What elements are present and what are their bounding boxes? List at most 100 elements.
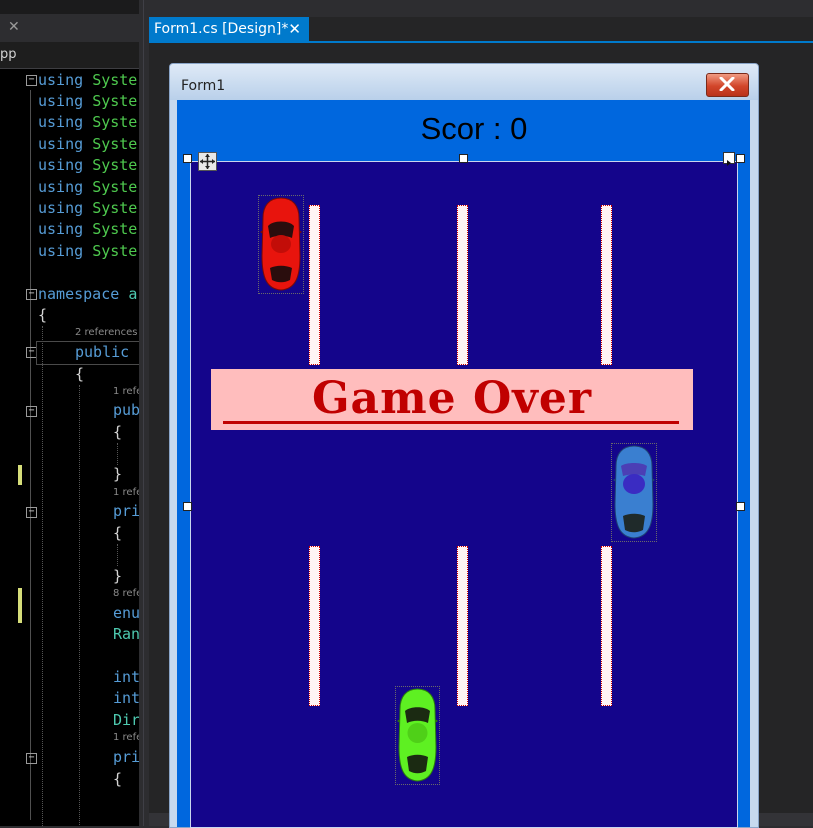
namespace-ref: Syste — [92, 135, 138, 153]
keyword: using — [38, 220, 84, 238]
code-line[interactable]: using Syste — [38, 220, 137, 238]
smart-tag-icon[interactable] — [723, 152, 735, 166]
code-line[interactable]: } — [113, 465, 122, 483]
code-line[interactable]: int — [113, 668, 139, 686]
code-line[interactable]: using Syste — [38, 71, 137, 89]
pane-splitter[interactable] — [139, 0, 149, 826]
green-car[interactable] — [395, 686, 440, 785]
form-title-bar[interactable]: Form1 — [170, 64, 758, 100]
type-name: Dir — [113, 711, 139, 729]
keyword: int — [113, 689, 139, 707]
namespace-ref: Syste — [92, 178, 138, 196]
red-car[interactable] — [258, 195, 304, 294]
resize-handle-right[interactable] — [736, 502, 745, 511]
designer-top-bar — [149, 0, 813, 17]
code-line[interactable]: using Syste — [38, 92, 137, 110]
resize-handle-left[interactable] — [183, 502, 192, 511]
indent-guide — [117, 544, 118, 566]
code-line[interactable]: { — [75, 365, 84, 383]
keyword: namespace — [38, 285, 120, 303]
namespace-ref: Syste — [92, 92, 138, 110]
code-line[interactable]: using Syste — [38, 135, 137, 153]
type-name: Ran — [113, 625, 139, 643]
lane-marker[interactable] — [601, 205, 612, 365]
game-over-text: Game Over — [311, 373, 593, 424]
code-line[interactable]: using Syste — [38, 242, 137, 260]
tab-form1-design[interactable]: Form1.cs [Design]* ✕ — [149, 17, 309, 42]
code-line[interactable]: enu — [113, 604, 139, 622]
code-line[interactable]: using Syste — [38, 113, 137, 131]
code-line[interactable]: using Syste — [38, 178, 137, 196]
code-line[interactable]: Ran — [113, 625, 139, 643]
code-line[interactable]: pri — [113, 502, 139, 520]
game-over-label[interactable]: Game Over — [211, 369, 693, 430]
code-line[interactable]: pri — [113, 748, 139, 766]
collapse-icon[interactable]: − — [26, 289, 37, 300]
code-line[interactable]: } — [113, 567, 122, 585]
keyword: using — [38, 199, 84, 217]
keyword: pri — [113, 748, 139, 766]
lane-marker[interactable] — [309, 205, 320, 365]
collapse-icon[interactable]: − — [26, 406, 37, 417]
blue-car[interactable] — [611, 443, 657, 542]
keyword: int — [113, 668, 139, 686]
lane-marker[interactable] — [601, 546, 612, 706]
code-line[interactable]: { — [113, 770, 122, 788]
project-dropdown-label[interactable]: pp — [0, 47, 17, 62]
keyword: using — [38, 156, 84, 174]
close-icon[interactable]: ✕ — [8, 19, 20, 35]
game-over-underline — [223, 421, 679, 424]
collapse-icon[interactable]: − — [26, 753, 37, 764]
namespace-ref: Syste — [92, 156, 138, 174]
code-line[interactable]: namespace a — [38, 285, 137, 303]
resize-handle-top[interactable] — [459, 154, 468, 163]
codelens-references[interactable]: 1 refe — [113, 487, 139, 498]
form-title: Form1 — [181, 78, 226, 94]
keyword: using — [38, 242, 84, 260]
score-panel: Scor : 0 — [177, 100, 751, 158]
lane-marker[interactable] — [309, 546, 320, 706]
code-line[interactable]: public — [75, 343, 129, 361]
tab-title: Form1.cs [Design]* — [154, 21, 289, 37]
keyword: public — [75, 343, 130, 361]
code-line[interactable]: { — [38, 306, 47, 324]
code-line[interactable]: Dir — [113, 711, 139, 729]
codelens-references[interactable]: 8 refe — [113, 588, 139, 599]
car-icon — [397, 688, 438, 782]
namespace-ref: Syste — [92, 71, 138, 89]
codelens-references[interactable]: 1 refe — [113, 386, 139, 397]
collapse-icon[interactable]: − — [26, 75, 37, 86]
codelens-references[interactable]: 1 refe — [113, 732, 139, 743]
indent-guide — [117, 443, 118, 465]
move-icon[interactable] — [198, 152, 217, 171]
indent-guide — [79, 385, 80, 825]
resize-handle-top-left[interactable] — [183, 154, 192, 163]
score-label[interactable]: Scor : 0 — [177, 111, 758, 147]
code-line[interactable]: int — [113, 689, 139, 707]
indent-guide — [42, 326, 43, 826]
editor-file-tab[interactable]: ✕ — [0, 14, 139, 42]
code-line[interactable]: { — [113, 524, 122, 542]
namespace-ref: Syste — [92, 199, 138, 217]
namespace-name: a — [128, 285, 138, 303]
code-line[interactable]: using Syste — [38, 199, 137, 217]
resize-handle-top-right[interactable] — [736, 154, 745, 163]
code-line[interactable]: pub — [113, 401, 139, 419]
namespace-ref: Syste — [92, 220, 138, 238]
car-icon — [260, 197, 302, 291]
lane-marker[interactable] — [457, 205, 468, 365]
lane-marker[interactable] — [457, 546, 468, 706]
keyword: using — [38, 113, 84, 131]
change-marker — [18, 465, 22, 485]
code-line[interactable]: using Syste — [38, 156, 137, 174]
code-editor-pane[interactable]: ✕ pp − using Syste using Syste using Sys… — [0, 0, 139, 826]
code-line[interactable]: { — [113, 423, 122, 441]
codelens-references[interactable]: 2 references — [75, 327, 138, 338]
keyword: using — [38, 135, 84, 153]
keyword: pub — [113, 401, 139, 419]
close-icon[interactable]: ✕ — [288, 20, 301, 38]
collapse-icon[interactable]: − — [26, 507, 37, 518]
change-marker — [18, 588, 22, 623]
form-close-button[interactable] — [706, 73, 749, 97]
editor-navigation-bar[interactable]: pp — [0, 42, 139, 69]
